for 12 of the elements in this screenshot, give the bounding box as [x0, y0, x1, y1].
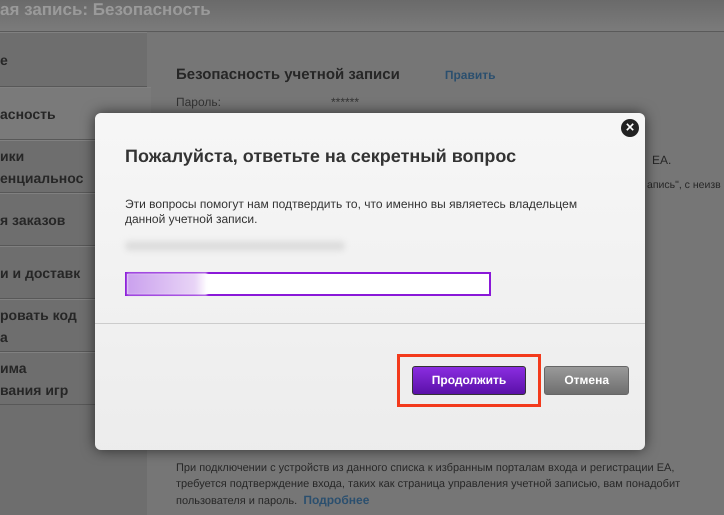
answer-field[interactable]	[125, 272, 491, 296]
password-label: Пароль:	[176, 95, 221, 109]
continue-button[interactable]: Продолжить	[412, 366, 526, 394]
password-value: ******	[330, 95, 360, 109]
cancel-button[interactable]: Отмена	[544, 366, 629, 394]
section-title: Безопасность учетной записи	[176, 66, 400, 83]
edit-link[interactable]: Править	[444, 68, 496, 82]
close-button[interactable]: ×	[621, 119, 639, 137]
paragraph: При подключении с устройств из данного списка к избранным порталам входа и регистрации EA, требуется подтверждение входа, таких как страница управления учетной записью, вам понадобит пользователя и пароль. Подробнее	[176, 461, 680, 509]
body-text: апись", с неизв	[647, 179, 721, 191]
more-link[interactable]: Подробнее	[303, 493, 370, 507]
body-text: EA.	[652, 153, 672, 167]
